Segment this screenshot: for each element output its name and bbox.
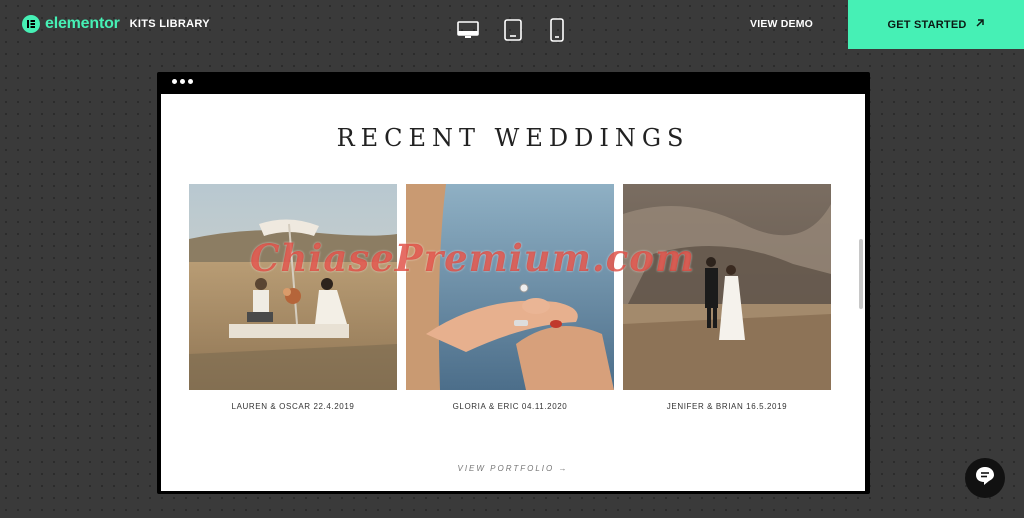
view-portfolio-link[interactable]: VIEW PORTFOLIO →: [161, 464, 865, 473]
page-heading: RECENT WEDDINGS: [336, 124, 690, 152]
gallery-photo-2[interactable]: [406, 184, 614, 390]
gallery-caption-3: JENIFER & BRIAN 16.5.2019: [666, 402, 788, 411]
gallery-photo-1[interactable]: [189, 184, 397, 390]
window-dots-icon: [172, 79, 193, 84]
elementor-logo-icon: [22, 15, 40, 33]
preview-scrollbar[interactable]: [859, 239, 863, 309]
preview-frame: RECENT WEDDINGS LAUREN & OSCAR 22.4.2019…: [157, 72, 870, 494]
gallery-photo-3[interactable]: [623, 184, 831, 390]
kits-library-label: KITS LIBRARY: [129, 18, 210, 30]
gallery-caption-2: GLORIA & ERIC 04.11.2020: [452, 402, 568, 411]
desktop-icon[interactable]: [456, 18, 480, 45]
tablet-icon[interactable]: [502, 18, 524, 47]
get-started-label: GET STARTED: [887, 18, 967, 31]
chat-icon: [974, 465, 996, 492]
elementor-logo[interactable]: elementor KITS LIBRARY: [22, 15, 210, 33]
gallery-caption-1: LAUREN & OSCAR 22.4.2019: [231, 402, 355, 411]
chat-button[interactable]: [965, 458, 1005, 498]
get-started-button[interactable]: GET STARTED: [848, 0, 1024, 49]
watermark-text: ChiasePremium.com: [250, 236, 696, 280]
arrow-up-right-icon: [975, 18, 985, 31]
view-demo-link[interactable]: VIEW DEMO: [750, 18, 813, 30]
top-bar: elementor KITS LIBRARY VIEW DEMO GET STA: [0, 0, 1024, 50]
mobile-icon[interactable]: [548, 18, 566, 47]
brand-name: elementor: [45, 15, 120, 32]
preview-viewport[interactable]: RECENT WEDDINGS LAUREN & OSCAR 22.4.2019…: [161, 94, 865, 491]
